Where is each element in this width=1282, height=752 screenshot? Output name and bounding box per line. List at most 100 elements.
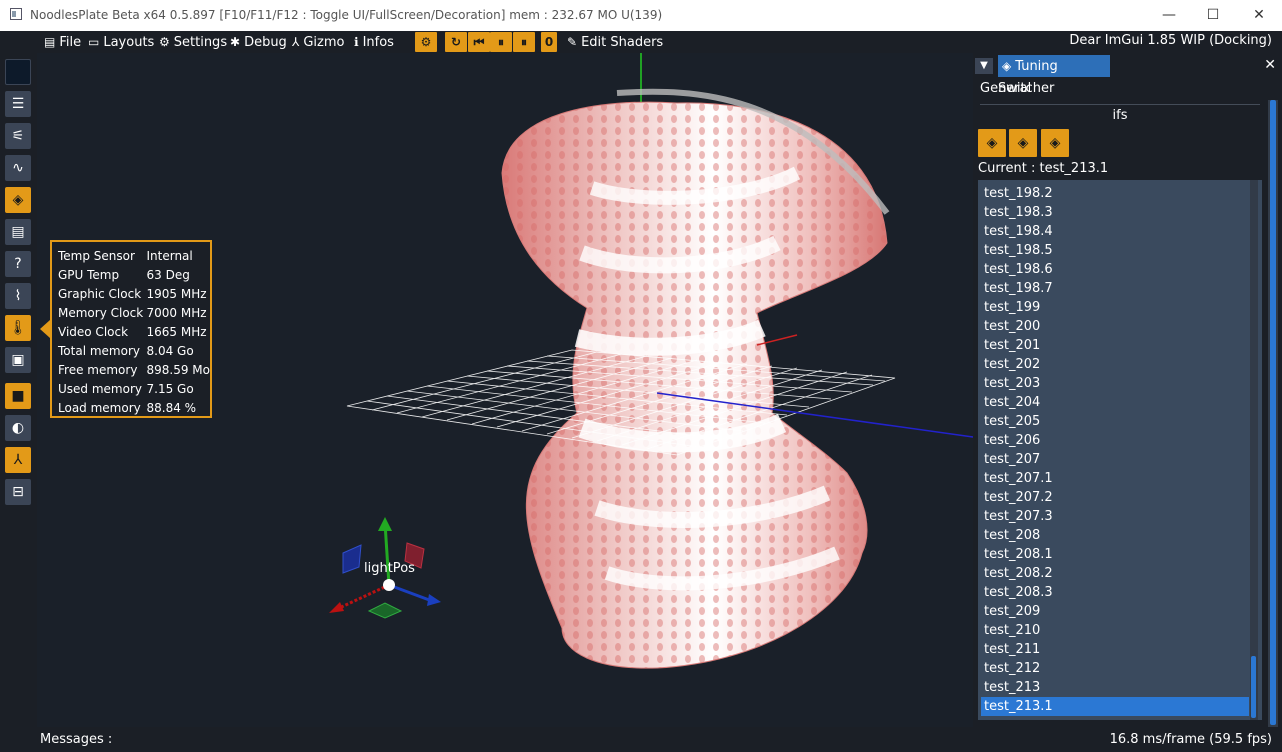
- list-item[interactable]: test_208.3: [981, 583, 1249, 602]
- gamepad-button[interactable]: ⊟: [5, 479, 31, 505]
- divider: [980, 104, 1260, 105]
- panel-menu-button[interactable]: ▼: [975, 58, 993, 74]
- tab-tuning-switcher[interactable]: ◈ Tuning Switcher: [998, 55, 1110, 96]
- thermometer-icon: 🌡: [9, 320, 27, 336]
- menu-edit-shaders[interactable]: ✎ Edit Shaders: [567, 33, 663, 51]
- list-item[interactable]: test_198.6: [981, 260, 1249, 279]
- menu-infos[interactable]: ℹ Infos: [354, 33, 394, 51]
- menu-infos-label: Infos: [362, 35, 394, 50]
- minimize-button[interactable]: —: [1146, 0, 1192, 31]
- panel-scrollbar[interactable]: [1268, 100, 1278, 727]
- pause-button-2[interactable]: ⏸: [513, 32, 535, 52]
- list-item[interactable]: test_208.2: [981, 564, 1249, 583]
- list-item[interactable]: test_198.3: [981, 203, 1249, 222]
- document-button[interactable]: ▤: [5, 219, 31, 245]
- list-item[interactable]: test_207.3: [981, 507, 1249, 526]
- menu-settings[interactable]: ⚙ Settings: [159, 33, 227, 51]
- menu-debug[interactable]: ✱ Debug: [230, 33, 287, 51]
- section-header[interactable]: General: [980, 81, 1031, 96]
- layer-button[interactable]: ◈: [1009, 129, 1037, 157]
- list-item[interactable]: test_208.1: [981, 545, 1249, 564]
- remove-layer-button[interactable]: ◈: [1041, 129, 1069, 157]
- maximize-button[interactable]: ☐: [1190, 0, 1236, 31]
- panel-scrollbar-thumb[interactable]: [1270, 100, 1276, 725]
- pause-button[interactable]: ⏸: [490, 32, 512, 52]
- gizmo-toggle-button[interactable]: ⅄: [5, 447, 31, 473]
- list-item[interactable]: test_198.5: [981, 241, 1249, 260]
- list-item[interactable]: test_209: [981, 602, 1249, 621]
- list-item[interactable]: test_207: [981, 450, 1249, 469]
- list-item[interactable]: test_198.7: [981, 279, 1249, 298]
- help-button[interactable]: ?: [5, 251, 31, 277]
- pulse-button[interactable]: ⌇: [5, 283, 31, 309]
- menu-edit-shaders-label: Edit Shaders: [581, 35, 664, 50]
- gpu-value: 1665 MHz: [146, 324, 207, 339]
- list-item[interactable]: test_199: [981, 298, 1249, 317]
- menu-gizmo[interactable]: ⅄ Gizmo: [292, 33, 344, 51]
- step-back-button[interactable]: ⏮: [468, 32, 490, 52]
- menu-file[interactable]: ▤ File: [44, 33, 81, 51]
- gpu-key: Load memory: [58, 400, 141, 415]
- cogs-icon: ⚙: [420, 35, 432, 49]
- list-item[interactable]: test_205: [981, 412, 1249, 431]
- sliders-button[interactable]: ⚟: [5, 123, 31, 149]
- list-item[interactable]: test_198.2: [981, 184, 1249, 203]
- table-row: Load memory 88.84 %: [58, 398, 210, 417]
- messages-label[interactable]: Messages :: [40, 732, 112, 747]
- table-row: GPU Temp 63 Deg: [58, 265, 210, 284]
- list-item[interactable]: test_211: [981, 640, 1249, 659]
- list-item[interactable]: test_206: [981, 431, 1249, 450]
- close-button[interactable]: ✕: [1236, 0, 1282, 31]
- curve-button[interactable]: ∿: [5, 155, 31, 181]
- list-item[interactable]: test_203: [981, 374, 1249, 393]
- list-item[interactable]: test_213: [981, 678, 1249, 697]
- comments-icon: ▣: [11, 352, 25, 368]
- list-item[interactable]: test_198.4: [981, 222, 1249, 241]
- panel-close-button[interactable]: ✕: [1264, 57, 1276, 73]
- add-layer-button[interactable]: ◈: [978, 129, 1006, 157]
- fps-readout: 16.8 ms/frame (59.5 fps): [1109, 732, 1272, 747]
- gpu-value: 7.15 Go: [146, 381, 194, 396]
- status-bar: Messages : 16.8 ms/frame (59.5 fps): [37, 727, 1282, 752]
- document-icon: ▤: [11, 224, 25, 240]
- gpu-key: Video Clock: [58, 324, 129, 339]
- list-item[interactable]: test_207.2: [981, 488, 1249, 507]
- gizmo-icon: ⅄: [13, 452, 23, 468]
- left-toolbar: ☰ ⚟ ∿ ◈ ▤ ? ⌇ 🌡 ▣ ■ ◐ ⅄ ⊟: [0, 53, 37, 752]
- layers-icon: ◈: [1017, 135, 1029, 151]
- gpu-value: 898.59 Mo: [146, 362, 211, 377]
- menu-layouts[interactable]: ▭ Layouts: [88, 33, 154, 51]
- list-item[interactable]: test_208: [981, 526, 1249, 545]
- list-button[interactable]: ☰: [5, 91, 31, 117]
- comments-button[interactable]: ▣: [5, 347, 31, 373]
- list-item[interactable]: test_204: [981, 393, 1249, 412]
- tuning-switcher-panel: ▼ ◈ Tuning Switcher ✕ General ifs ◈ ◈ ◈ C…: [973, 53, 1282, 727]
- layers-button[interactable]: ◈: [5, 187, 31, 213]
- list-item[interactable]: test_210: [981, 621, 1249, 640]
- menu-debug-label: Debug: [244, 35, 287, 50]
- gear-icon: ⚙: [159, 35, 170, 49]
- color-swatch-button[interactable]: [5, 59, 31, 85]
- list-item[interactable]: test_201: [981, 336, 1249, 355]
- list-item[interactable]: test_212: [981, 659, 1249, 678]
- thermometer-button[interactable]: 🌡: [5, 315, 31, 341]
- sliders-icon: ⚟: [11, 128, 25, 144]
- list-item[interactable]: test_200: [981, 317, 1249, 336]
- reload-button[interactable]: ↻: [445, 32, 467, 52]
- mouse-icon: ◐: [11, 420, 25, 436]
- list-item[interactable]: test_207.1: [981, 469, 1249, 488]
- cogs-button[interactable]: ⚙: [415, 32, 437, 52]
- table-row: Used memory 7.15 Go: [58, 379, 210, 398]
- list-item-selected[interactable]: test_213.1: [981, 697, 1249, 716]
- triangle-down-icon: ▼: [980, 60, 988, 71]
- pulse-icon: ⌇: [14, 288, 22, 304]
- file-icon: ▤: [44, 35, 56, 49]
- list-scrollbar-thumb[interactable]: [1251, 656, 1256, 718]
- gizmo-icon: ⅄: [292, 35, 300, 49]
- mouse-button[interactable]: ◐: [5, 415, 31, 441]
- tuning-list[interactable]: test_198.2 test_198.3 test_198.4 test_19…: [978, 180, 1262, 720]
- frame-counter[interactable]: 0: [541, 32, 557, 52]
- list-scrollbar[interactable]: [1250, 180, 1258, 720]
- list-item[interactable]: test_202: [981, 355, 1249, 374]
- camera-button[interactable]: ■: [5, 383, 31, 409]
